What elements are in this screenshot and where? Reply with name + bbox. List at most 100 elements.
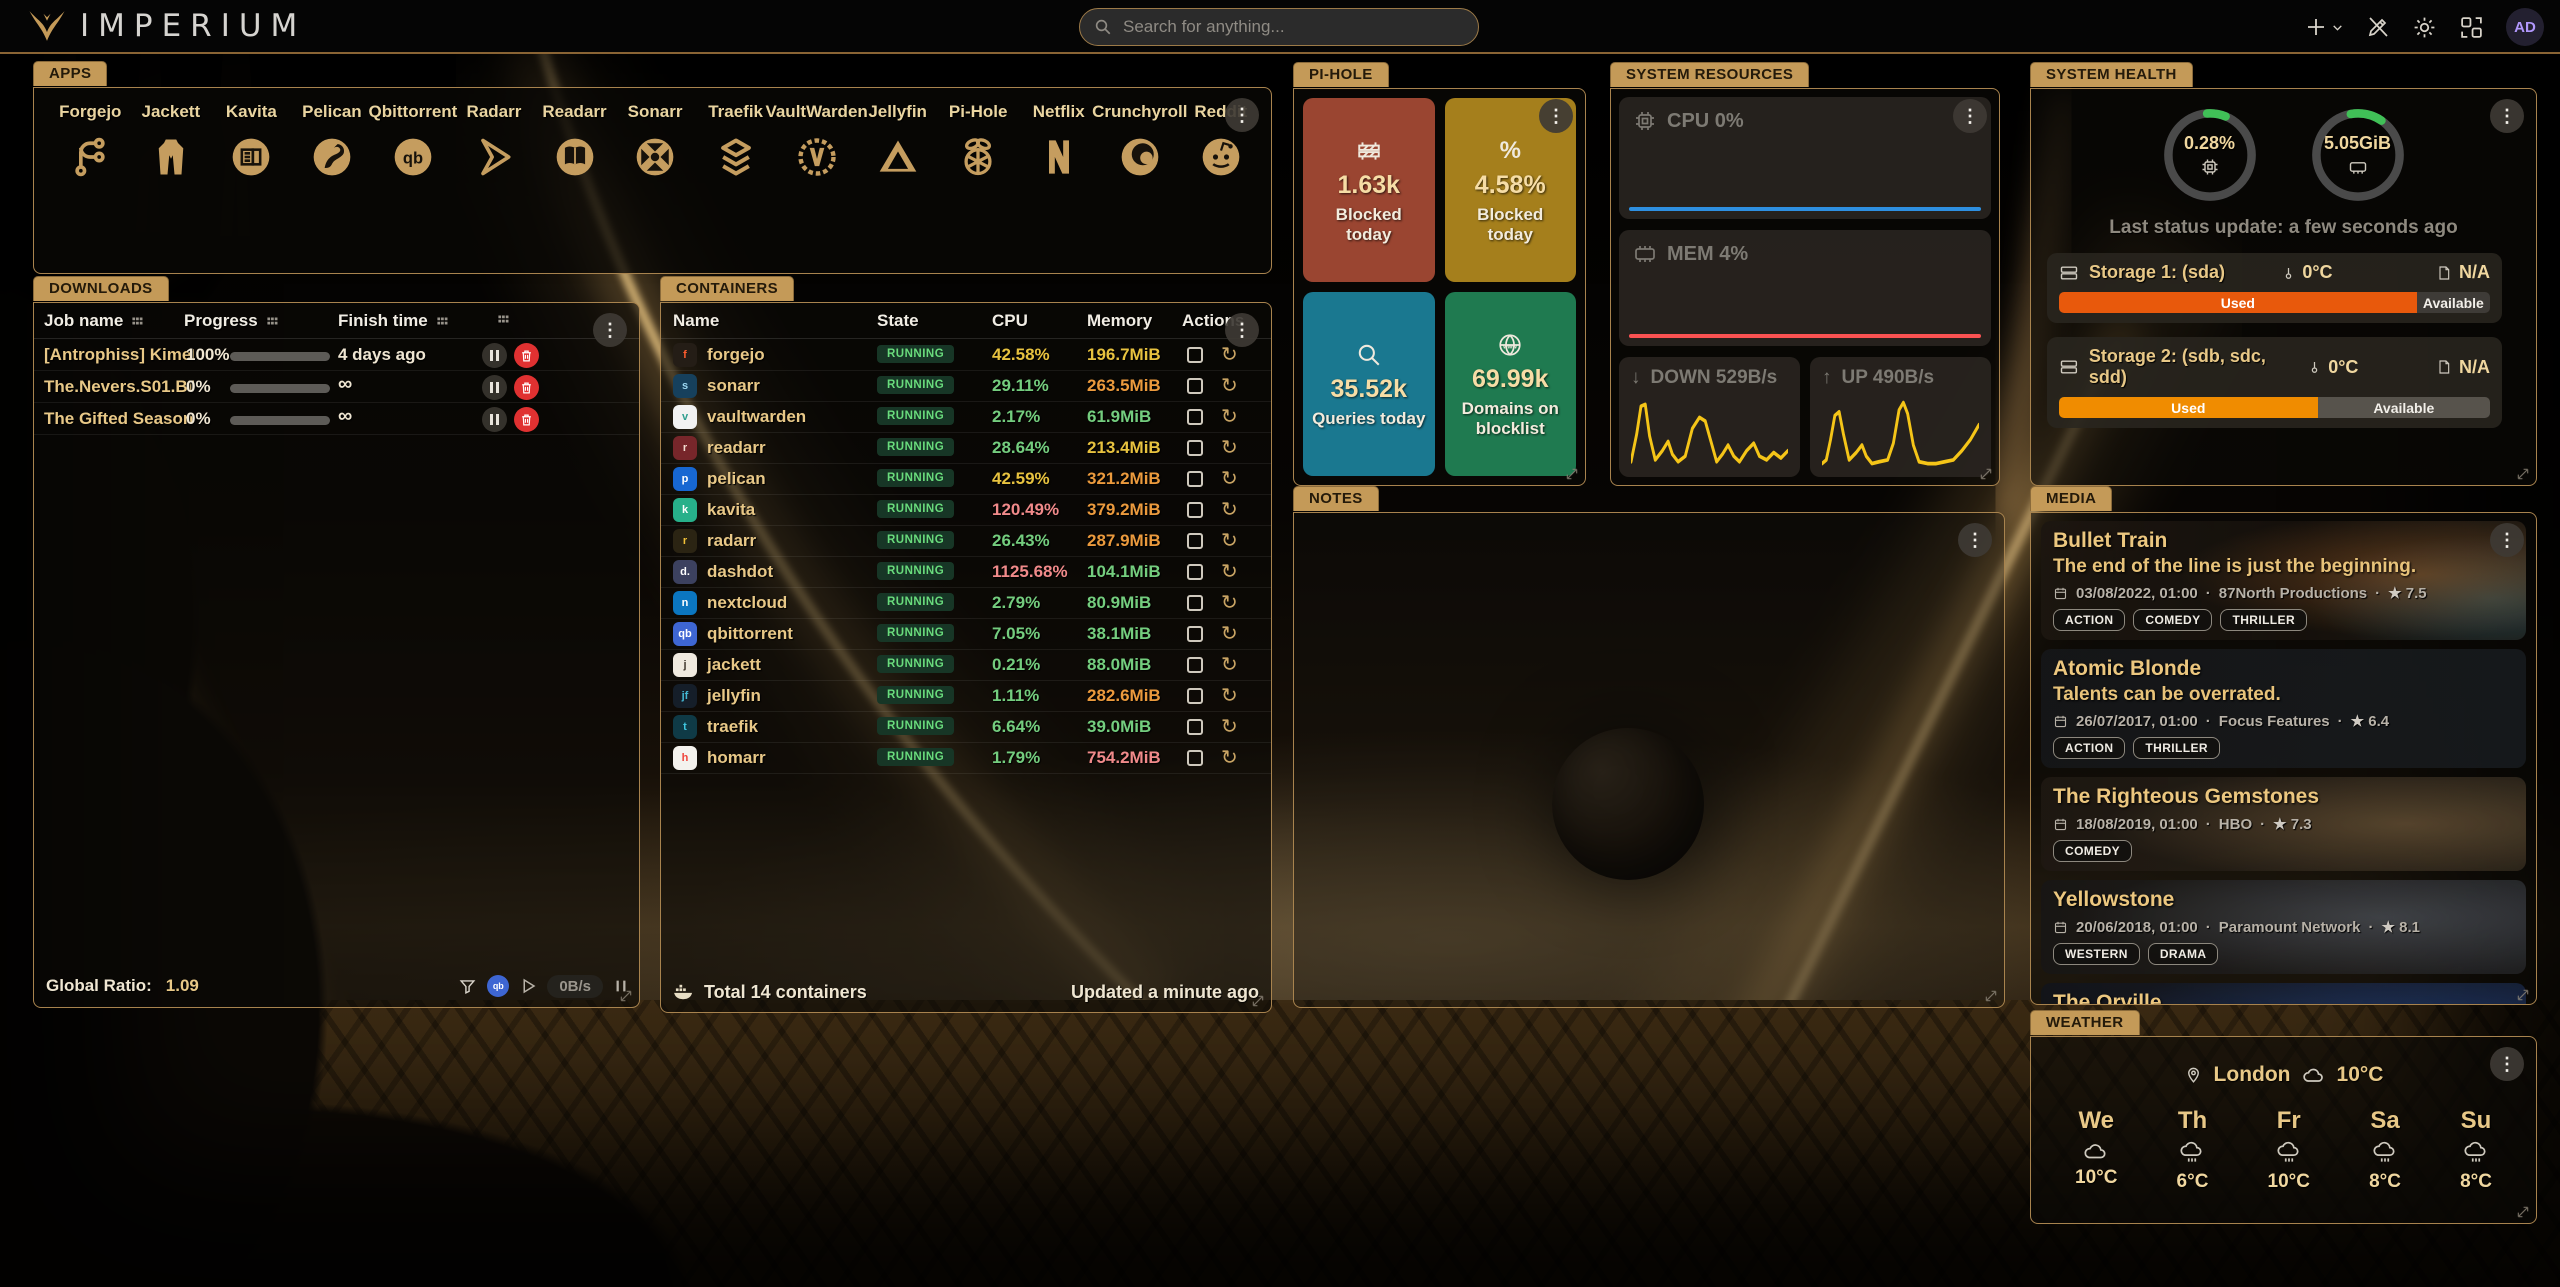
container-app-icon: j [673, 653, 697, 677]
app-shortcut-pelican[interactable]: Pelican [292, 102, 373, 180]
restart-button[interactable]: ↻ [1215, 651, 1244, 677]
memory-ring-gauge: 5.05GiB [2306, 103, 2410, 207]
app-shortcut-forgejo[interactable]: Forgejo [50, 102, 131, 180]
avatar[interactable]: AD [2506, 8, 2544, 46]
search-bar[interactable] [1079, 8, 1479, 46]
delete-button[interactable] [514, 343, 539, 368]
select-checkbox[interactable] [1187, 719, 1203, 735]
media-card[interactable]: The Orville 10/09/2017, 01:00 FOX 7.6 DR… [2041, 983, 2526, 1005]
select-checkbox[interactable] [1187, 564, 1203, 580]
pause-button[interactable] [482, 407, 507, 432]
apps-menu-button[interactable]: ⋮ [1225, 98, 1259, 132]
barrier-icon [1356, 136, 1382, 166]
column-memory: Memory [1087, 311, 1152, 331]
select-checkbox[interactable] [1187, 440, 1203, 456]
select-checkbox[interactable] [1187, 347, 1203, 363]
drag-handle-icon[interactable]: ⠿ [432, 316, 448, 327]
qbittorrent-link-icon[interactable]: qb [487, 975, 509, 997]
column-name: Name [673, 311, 719, 331]
calendar-icon [2053, 817, 2068, 832]
resize-handle[interactable] [619, 989, 633, 1003]
brand-home-link[interactable]: IMPERIUM [26, 8, 306, 44]
pause-button[interactable] [482, 343, 507, 368]
kebab-icon: ⋮ [1233, 321, 1251, 339]
restart-button[interactable]: ↻ [1215, 372, 1244, 398]
delete-button[interactable] [514, 375, 539, 400]
resize-handle[interactable] [1565, 467, 1579, 481]
app-shortcut-radarr[interactable]: Radarr [454, 102, 535, 180]
select-checkbox[interactable] [1187, 533, 1203, 549]
app-shortcut-sonarr[interactable]: Sonarr [615, 102, 696, 180]
app-shortcut-jackett[interactable]: Jackett [131, 102, 212, 180]
app-shortcut-crunchyroll[interactable]: Crunchyroll [1099, 102, 1181, 180]
select-checkbox[interactable] [1187, 471, 1203, 487]
select-checkbox[interactable] [1187, 409, 1203, 425]
select-checkbox[interactable] [1187, 657, 1203, 673]
notes-panel[interactable]: ⋮ [1293, 512, 2005, 1008]
drag-handle-icon[interactable]: ⠿ [262, 316, 278, 327]
containers-menu-button[interactable]: ⋮ [1225, 313, 1259, 347]
search-input[interactable] [1121, 16, 1464, 38]
resize-handle[interactable] [1251, 994, 1265, 1008]
app-shortcut-traefik[interactable]: Traefik [695, 102, 776, 180]
board-switch-button[interactable] [2459, 15, 2484, 40]
weather-menu-button[interactable]: ⋮ [2490, 1047, 2524, 1081]
resume-all-icon[interactable] [519, 977, 537, 995]
restart-button[interactable]: ↻ [1215, 682, 1244, 708]
app-shortcut-qbittorrent[interactable]: Qbittorrent qb [372, 102, 454, 180]
app-shortcut-readarr[interactable]: Readarr [534, 102, 615, 180]
add-tile-button[interactable] [2304, 15, 2344, 39]
restart-button[interactable]: ↻ [1215, 403, 1244, 429]
notes-menu-button[interactable]: ⋮ [1958, 523, 1992, 557]
app-shortcut-vaultwarden[interactable]: VaultWarden [776, 102, 858, 180]
media-card[interactable]: Atomic Blonde Talents can be overrated. … [2041, 649, 2526, 768]
state-badge: RUNNING [877, 562, 954, 580]
drag-handle-icon[interactable]: ⠿ [128, 316, 144, 327]
restart-button[interactable]: ↻ [1215, 558, 1244, 584]
delete-button[interactable] [514, 407, 539, 432]
edit-mode-button[interactable] [2366, 15, 2390, 39]
restart-button[interactable]: ↻ [1215, 496, 1244, 522]
select-checkbox[interactable] [1187, 502, 1203, 518]
resize-handle[interactable] [2516, 467, 2530, 481]
qbittorrent-icon: qb [390, 134, 436, 180]
app-shortcut-jellyfin[interactable]: Jellyfin [857, 102, 938, 180]
media-menu-button[interactable]: ⋮ [2490, 523, 2524, 557]
cpu-chip-icon [1633, 109, 1657, 133]
restart-button[interactable]: ↻ [1215, 744, 1244, 770]
select-checkbox[interactable] [1187, 378, 1203, 394]
app-shortcut-kavita[interactable]: Kavita [211, 102, 292, 180]
resize-handle[interactable] [2516, 1205, 2530, 1219]
resize-handle[interactable] [2516, 988, 2530, 1002]
restart-button[interactable]: ↻ [1215, 713, 1244, 739]
pihole-menu-button[interactable]: ⋮ [1539, 99, 1573, 133]
restart-button[interactable]: ↻ [1215, 620, 1244, 646]
memory-usage-label: MEM 4% [1667, 243, 1748, 266]
forgejo-icon [67, 134, 113, 180]
restart-button[interactable]: ↻ [1215, 527, 1244, 553]
resize-handle[interactable] [1984, 989, 1998, 1003]
settings-button[interactable] [2412, 15, 2437, 40]
system-resources-menu-button[interactable]: ⋮ [1953, 99, 1987, 133]
media-card[interactable]: Bullet Train The end of the line is just… [2041, 521, 2526, 640]
select-checkbox[interactable] [1187, 750, 1203, 766]
containers-panel: Name State CPU Memory Actions ⋮ f forgej… [660, 302, 1272, 1013]
resize-handle[interactable] [1979, 467, 1993, 481]
pause-icon [490, 414, 499, 425]
drag-handle-icon[interactable]: ⠿ [493, 314, 509, 325]
system-health-menu-button[interactable]: ⋮ [2490, 99, 2524, 133]
media-card[interactable]: Yellowstone 20/06/2018, 01:00 Paramount … [2041, 880, 2526, 974]
filter-icon[interactable] [458, 977, 477, 996]
downloads-menu-button[interactable]: ⋮ [593, 313, 627, 347]
app-shortcut-netflix[interactable]: Netflix [1018, 102, 1099, 180]
select-checkbox[interactable] [1187, 626, 1203, 642]
pause-button[interactable] [482, 375, 507, 400]
restart-button[interactable]: ↻ [1215, 465, 1244, 491]
restart-button[interactable]: ↻ [1215, 589, 1244, 615]
day-label: Sa [2370, 1107, 2399, 1135]
app-shortcut-pihole[interactable]: Pi-Hole [938, 102, 1019, 180]
select-checkbox[interactable] [1187, 595, 1203, 611]
media-card[interactable]: The Righteous Gemstones 18/08/2019, 01:0… [2041, 777, 2526, 871]
select-checkbox[interactable] [1187, 688, 1203, 704]
restart-button[interactable]: ↻ [1215, 434, 1244, 460]
